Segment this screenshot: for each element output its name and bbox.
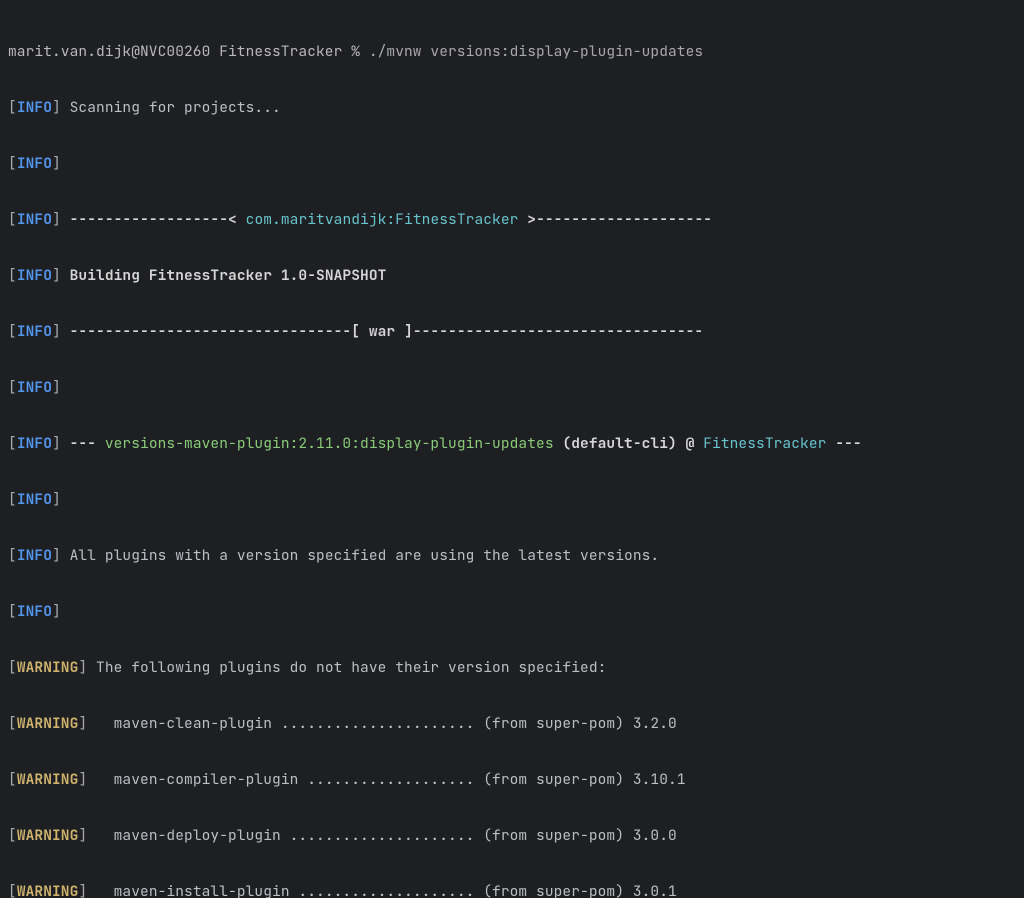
log-line: [INFO] xyxy=(8,598,1016,626)
terminal-output[interactable]: marit.van.dijk@NVC00260 FitnessTracker %… xyxy=(0,0,1024,898)
project-ref: FitnessTracker xyxy=(703,434,826,453)
log-line: [INFO] --------------------------------[… xyxy=(8,318,1016,346)
artifact-id: com.maritvandijk:FitnessTracker xyxy=(246,210,519,229)
log-line: [INFO] xyxy=(8,486,1016,514)
prompt-line: marit.van.dijk@NVC00260 FitnessTracker %… xyxy=(8,38,1016,66)
plugin-goal: versions-maven-plugin:2.11.0:display-plu… xyxy=(105,434,554,453)
log-line: [INFO] --- versions-maven-plugin:2.11.0:… xyxy=(8,430,1016,458)
building-line: Building FitnessTracker 1.0-SNAPSHOT xyxy=(61,266,387,285)
log-line: [WARNING] maven-deploy-plugin ..........… xyxy=(8,822,1016,850)
log-line: [WARNING] The following plugins do not h… xyxy=(8,654,1016,682)
log-line: [INFO] Scanning for projects... xyxy=(8,94,1016,122)
shell-prompt: marit.van.dijk@NVC00260 FitnessTracker % xyxy=(8,42,369,61)
log-line: [INFO] Building FitnessTracker 1.0-SNAPS… xyxy=(8,262,1016,290)
log-line: [WARNING] maven-install-plugin .........… xyxy=(8,878,1016,898)
log-line: [INFO] ------------------< com.maritvand… xyxy=(8,206,1016,234)
log-line: [INFO] xyxy=(8,374,1016,402)
log-line: [WARNING] maven-clean-plugin ...........… xyxy=(8,710,1016,738)
command-text: ./mvnw versions:display-plugin-updates xyxy=(369,42,703,61)
level-info: INFO xyxy=(17,98,52,117)
level-warning: WARNING xyxy=(17,658,79,677)
log-line: [INFO] xyxy=(8,150,1016,178)
log-line: [WARNING] maven-compiler-plugin ........… xyxy=(8,766,1016,794)
log-line: [INFO] All plugins with a version specif… xyxy=(8,542,1016,570)
